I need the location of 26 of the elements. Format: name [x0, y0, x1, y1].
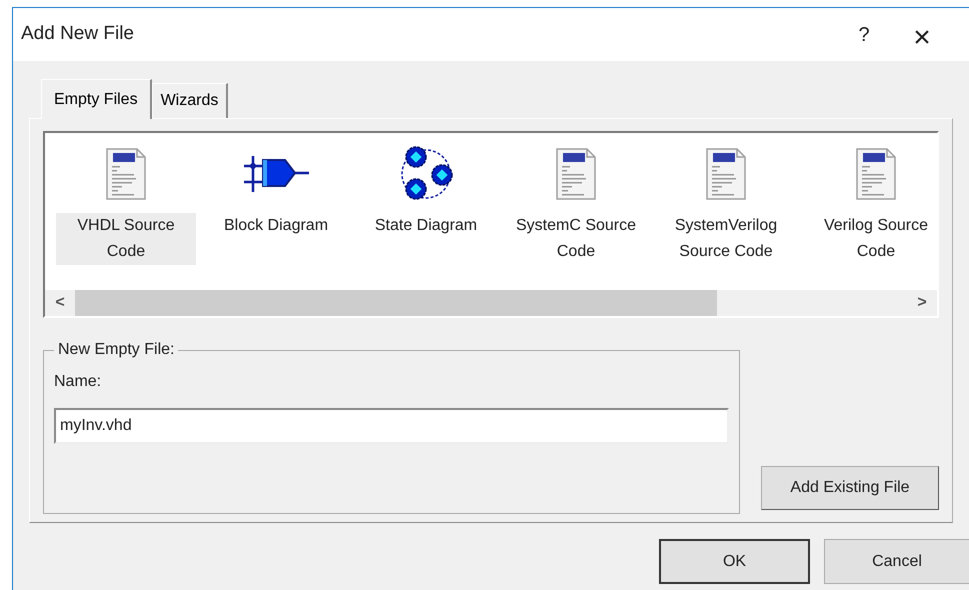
file-type-item[interactable]: VHDL Source Code — [56, 213, 196, 265]
ok-button[interactable]: OK — [659, 539, 810, 584]
file-type-item[interactable]: SystemVerilog Source Code — [656, 213, 796, 265]
document-icon — [706, 148, 746, 200]
file-type-item[interactable]: Block Diagram — [206, 213, 346, 239]
scrollbar-thumb[interactable] — [75, 290, 717, 316]
file-type-item[interactable]: Verilog Source Code — [806, 213, 946, 265]
group-title: New Empty File: — [57, 340, 176, 360]
tab[interactable]: Wizards — [152, 83, 228, 118]
name-label: Name: — [54, 372, 102, 392]
document-icon — [106, 148, 146, 200]
name-input-field[interactable]: myInv.vhd — [54, 408, 729, 444]
document-icon — [856, 148, 896, 200]
close-button[interactable]: × — [887, 14, 957, 54]
file-type-item[interactable]: SystemC Source Code — [506, 213, 646, 265]
scroll-right-button[interactable]: > — [907, 291, 937, 315]
cancel-button[interactable]: Cancel — [824, 539, 969, 584]
file-type-item[interactable]: State Diagram — [356, 213, 496, 239]
help-button[interactable]: ? — [841, 14, 887, 54]
document-icon — [556, 148, 596, 200]
logic-gate-icon — [243, 154, 309, 194]
add-existing-file-button[interactable]: Add Existing File — [761, 466, 939, 510]
scroll-left-button[interactable]: < — [45, 291, 75, 315]
tab[interactable]: Empty Files — [41, 79, 152, 119]
horizontal-scrollbar[interactable]: < > — [45, 290, 937, 316]
window-title: Add New File — [21, 22, 134, 46]
